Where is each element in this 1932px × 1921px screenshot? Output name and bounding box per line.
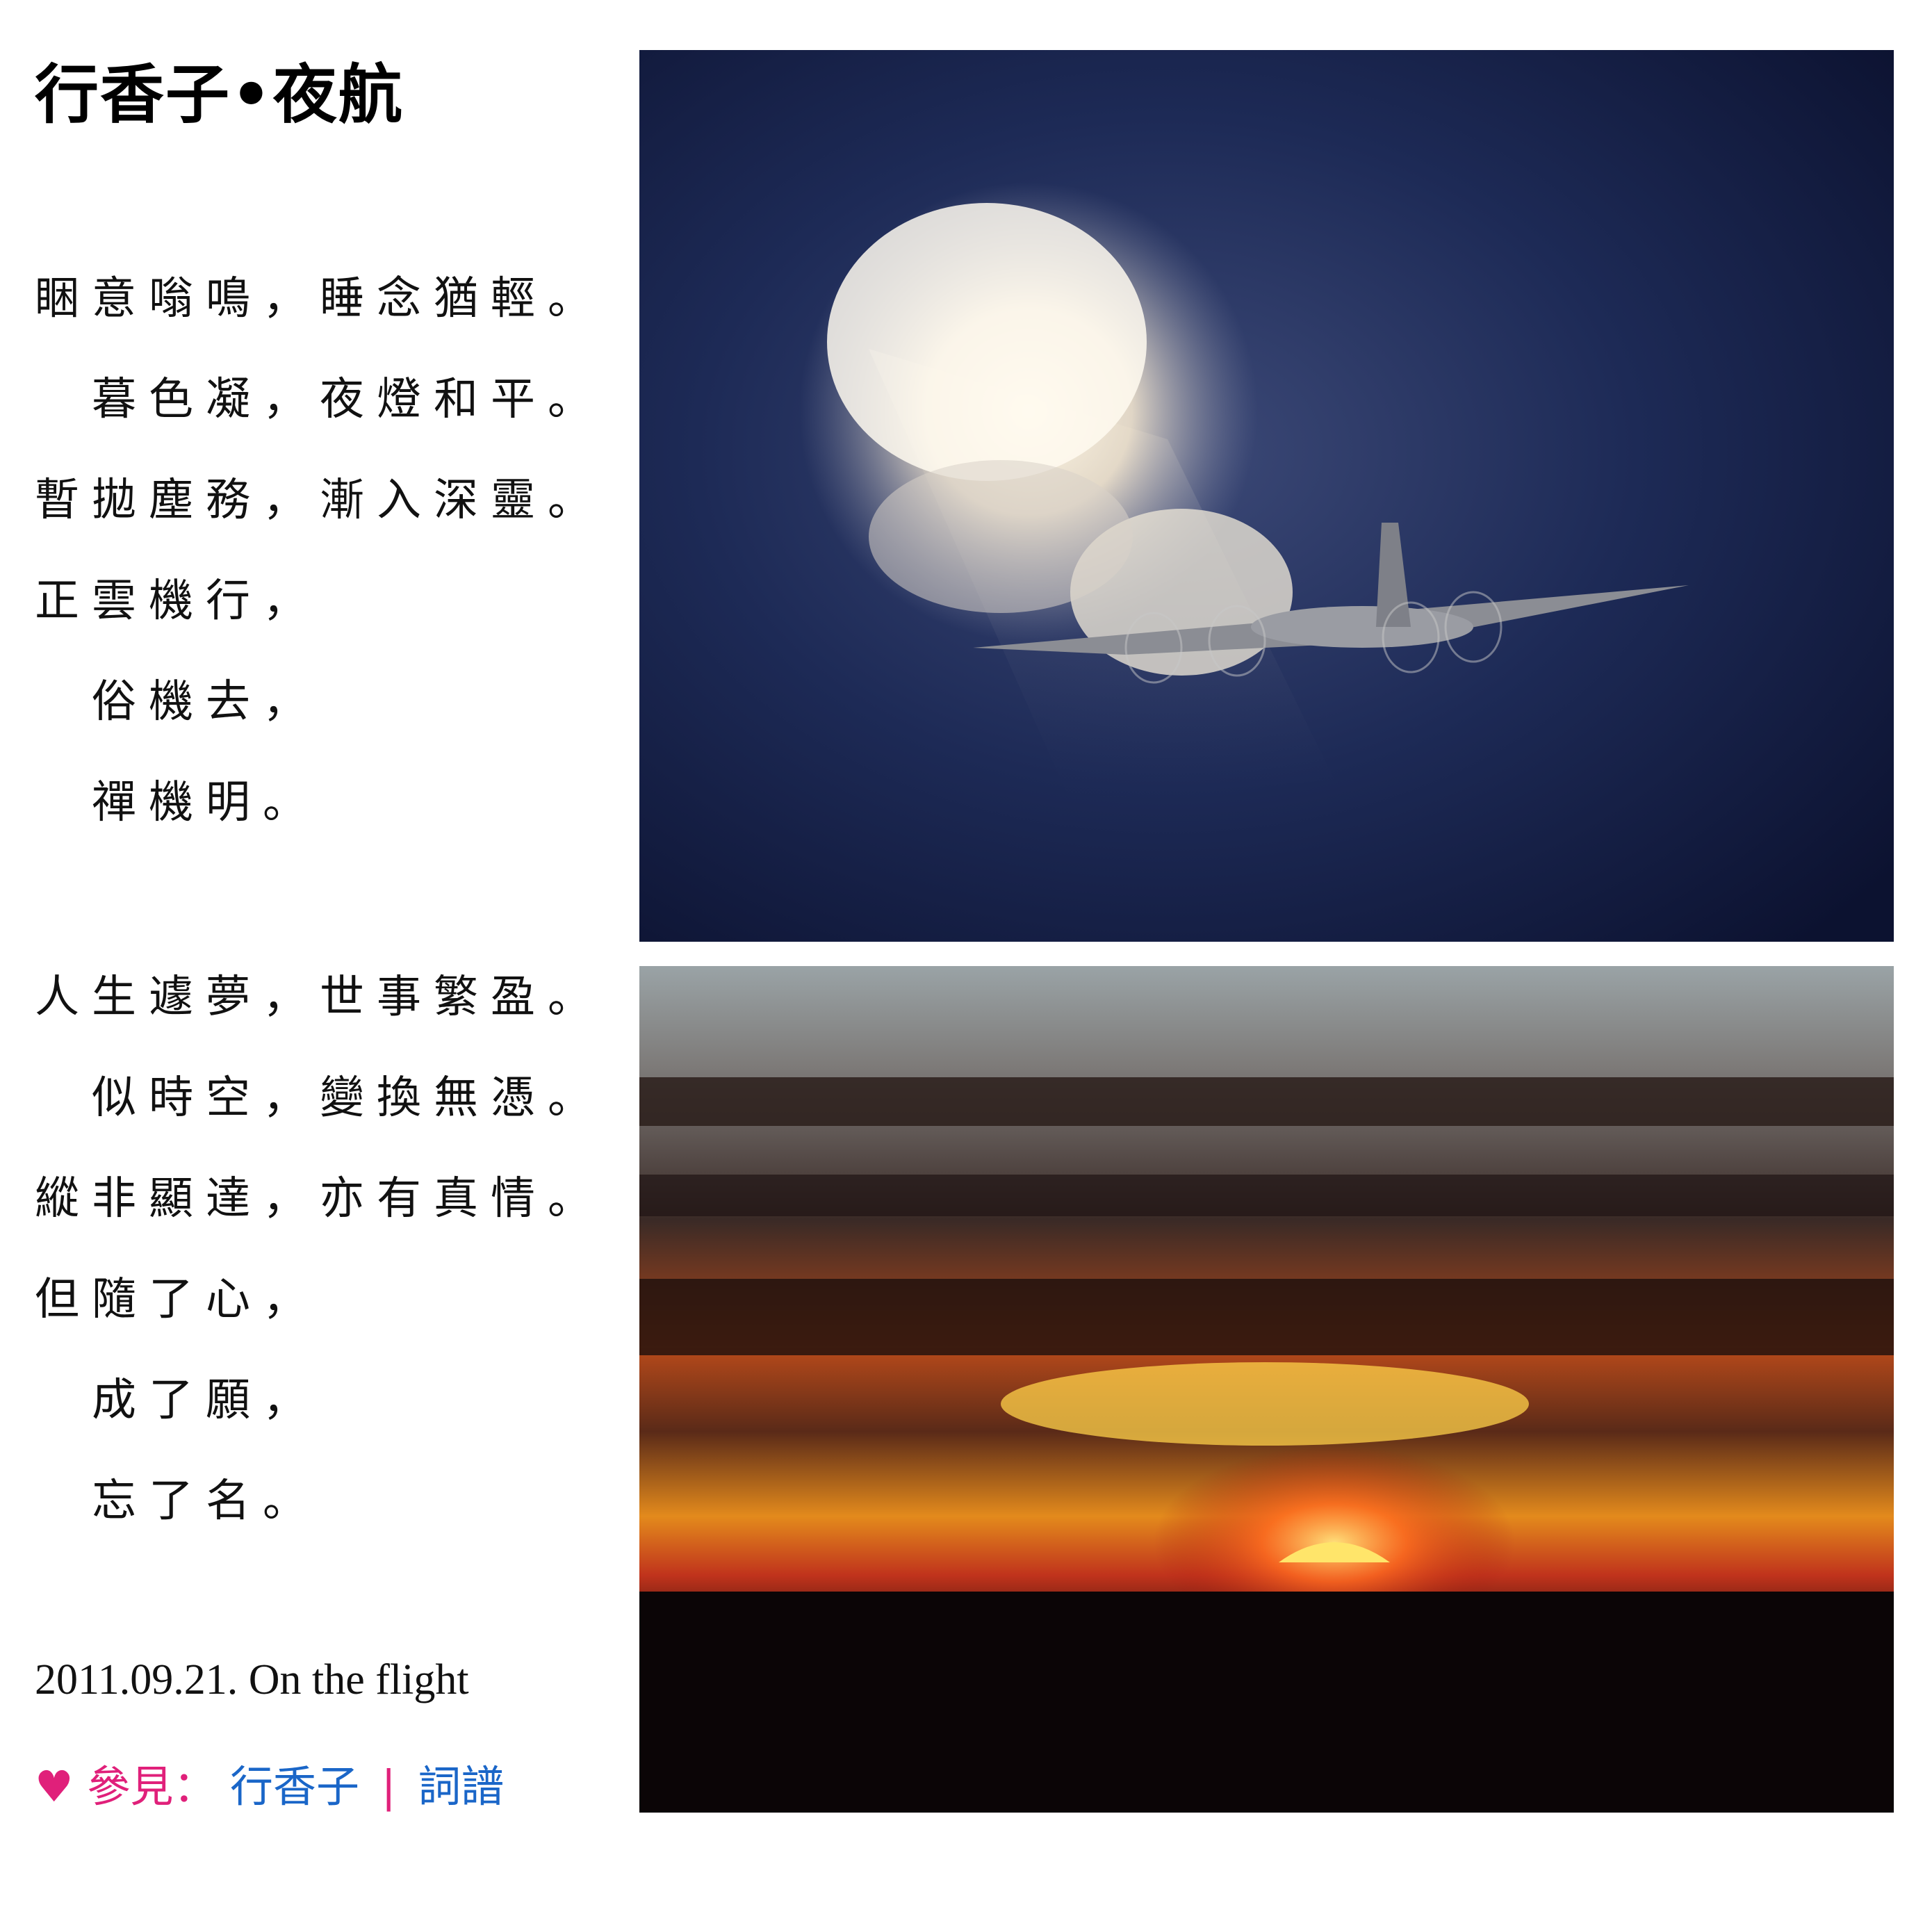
poem-stanza-1: 睏意嗡鳴，睡念猶輕。 暮色凝，夜燈和平。 暫拋塵務，漸入深靈。 正雲機行， 俗機… [35, 249, 605, 853]
poem-line: 縱非顯達，亦有真情。 [35, 1173, 605, 1225]
see-also-links: ♥ 參見： 行香子 | 詞譜 [35, 1751, 504, 1814]
heart-icon: ♥ [35, 1761, 74, 1812]
link-xingxiangzi[interactable]: 行香子 [230, 1761, 359, 1812]
date-note: 2011.09.21. On the flight [35, 1656, 469, 1703]
link-separator: | [381, 1761, 396, 1812]
page-title: 行香子•夜航 [35, 58, 404, 132]
sunset-above-clouds-photo [639, 966, 1894, 1813]
poem-stanza-2: 人生遽夢，世事繁盈。 似時空，變換無憑。 縱非顯達，亦有真情。 但隨了心， 成了… [35, 947, 605, 1552]
poem-line: 暮色凝，夜燈和平。 [92, 374, 605, 425]
poem-line: 似時空，變換無憑。 [92, 1072, 605, 1124]
poem-line: 睏意嗡鳴，睡念猶輕。 [35, 273, 605, 325]
poem-line: 人生遽夢，世事繁盈。 [35, 972, 605, 1023]
poem-line: 暫拋塵務，漸入深靈。 [35, 475, 605, 526]
poem-line: 正雲機行， [35, 575, 320, 627]
poem-line: 忘了名。 [92, 1476, 320, 1527]
poem-line: 禪機明。 [92, 777, 320, 828]
poem-line: 俗機去， [92, 676, 320, 728]
night-sky-image [639, 50, 1894, 942]
see-also-label: 參見： [87, 1761, 217, 1812]
poem-line: 成了願， [92, 1375, 320, 1426]
poem-line: 但隨了心， [35, 1274, 320, 1325]
sunset-image [639, 966, 1894, 1813]
link-cipu[interactable]: 詞譜 [418, 1761, 504, 1812]
night-sky-plane-photo [639, 50, 1894, 942]
